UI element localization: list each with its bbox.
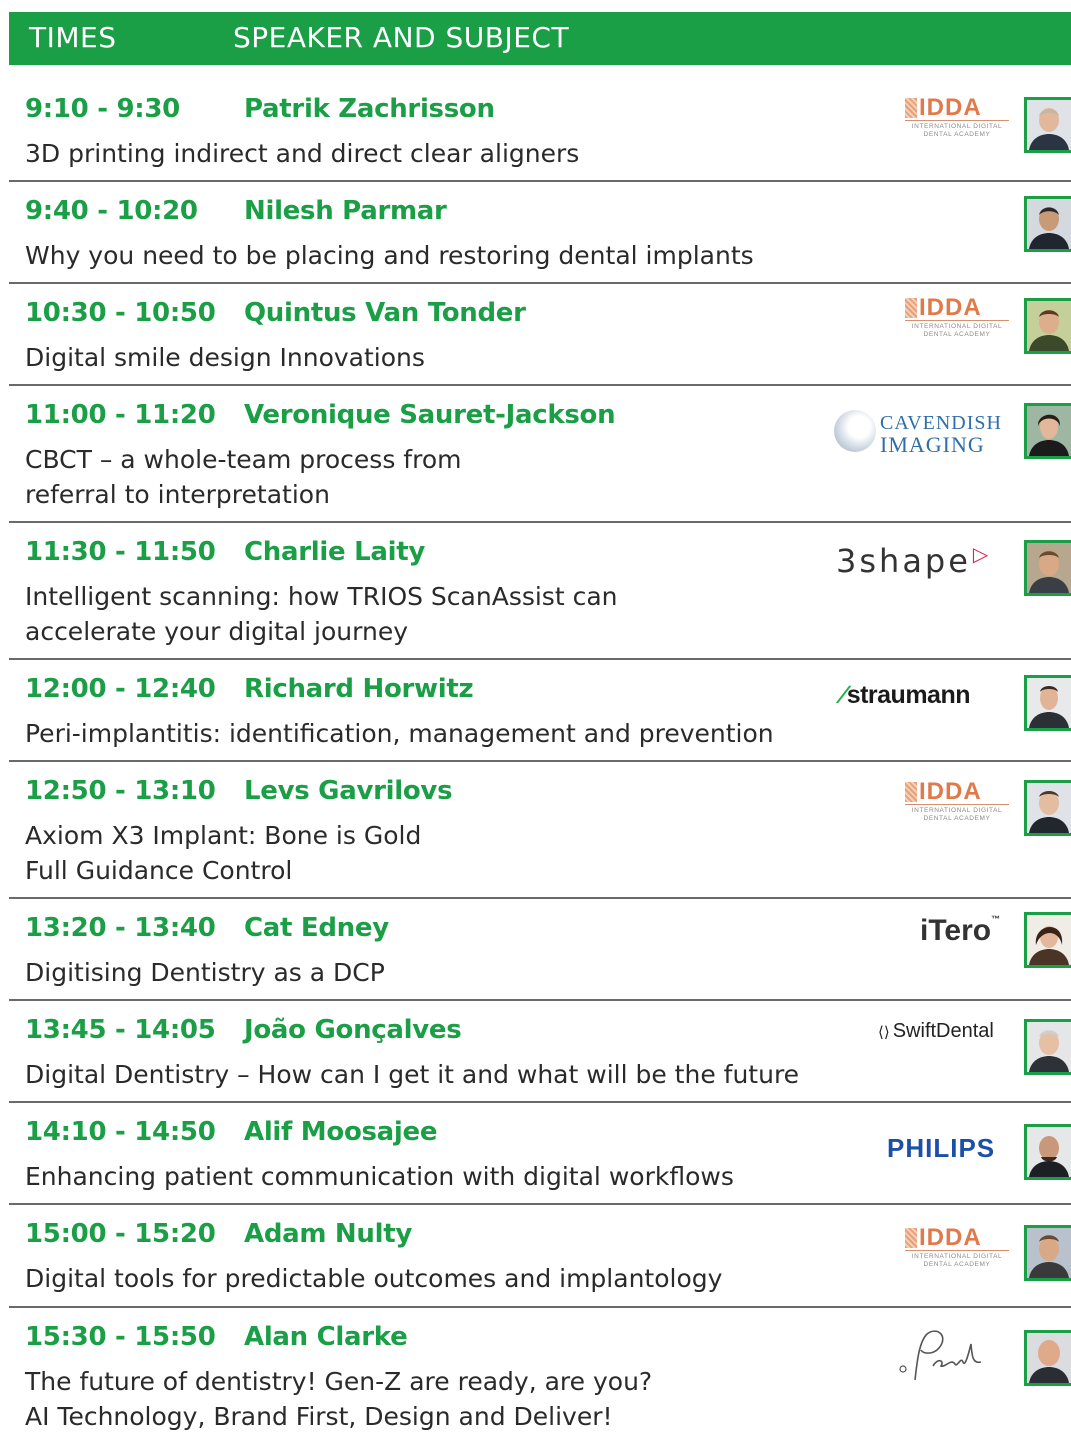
session-speaker: Richard Horwitz xyxy=(244,674,474,704)
speaker-photo xyxy=(1024,1225,1071,1281)
pearl-logo xyxy=(893,1322,983,1388)
philips-logo: PHILIPS xyxy=(887,1133,996,1163)
session-subject: Enhancing patient communication with dig… xyxy=(25,1162,734,1191)
row-divider xyxy=(9,282,1071,284)
speaker-photo xyxy=(1024,540,1071,596)
session-subject: Digital Dentistry – How can I get it and… xyxy=(25,1060,800,1089)
slash-icon: ∕ xyxy=(841,681,845,709)
session-time: 12:00 - 12:40 xyxy=(25,674,216,704)
3shape-logo: 3shape ▷ xyxy=(836,542,992,580)
row-divider xyxy=(9,1306,1071,1308)
times-column-header: TIMES xyxy=(29,21,117,54)
session-subject: Peri-implantitis: identification, manage… xyxy=(25,719,774,748)
speaker-column-header: SPEAKER AND SUBJECT xyxy=(233,21,570,54)
session-subject: Digitising Dentistry as a DCP xyxy=(25,958,385,987)
speaker-photo xyxy=(1024,97,1071,153)
session-subject: Axiom X3 Implant: Bone is Gold Full Guida… xyxy=(25,821,422,885)
session-time: 9:40 - 10:20 xyxy=(25,196,198,226)
session-speaker: Levs Gavrilovs xyxy=(244,776,453,806)
session-subject: Why you need to be placing and restoring… xyxy=(25,241,754,270)
row-divider xyxy=(9,999,1071,1001)
session-speaker: Cat Edney xyxy=(244,913,389,943)
chevrons-icon: ⟨⟩ xyxy=(878,1024,890,1041)
speaker-photo xyxy=(1024,1019,1071,1075)
session-time: 15:30 - 15:50 xyxy=(25,1322,216,1352)
session-subject: Intelligent scanning: how TRIOS ScanAssi… xyxy=(25,582,618,646)
session-speaker: Alif Moosajee xyxy=(244,1117,438,1147)
session-time: 11:30 - 11:50 xyxy=(25,537,216,567)
row-divider xyxy=(9,521,1071,523)
session-speaker: Charlie Laity xyxy=(244,537,425,567)
session-speaker: Quintus Van Tonder xyxy=(244,298,526,328)
speaker-photo xyxy=(1024,403,1071,459)
session-subject: The future of dentistry! Gen-Z are ready… xyxy=(25,1367,653,1431)
cavendish-imaging-logo: CAVENDISH IMAGING xyxy=(834,402,1009,458)
session-speaker: Alan Clarke xyxy=(244,1322,408,1352)
session-speaker: Nilesh Parmar xyxy=(244,196,447,226)
session-speaker: João Gonçalves xyxy=(244,1015,462,1045)
session-time: 13:20 - 13:40 xyxy=(25,913,216,943)
session-time: 15:00 - 15:20 xyxy=(25,1219,216,1249)
session-speaker: Patrik Zachrisson xyxy=(244,94,495,124)
row-divider xyxy=(9,658,1071,660)
speaker-photo xyxy=(1024,1124,1071,1180)
speaker-photo xyxy=(1024,675,1071,731)
idda-logo: IDDA INTERNATIONAL DIGITAL DENTAL ACADEMY xyxy=(905,1224,1010,1274)
swiftdental-logo: ⟨⟩ SwiftDental xyxy=(878,1020,994,1042)
idda-logo: IDDA INTERNATIONAL DIGITAL DENTAL ACADEMY xyxy=(905,94,1010,144)
session-speaker: Adam Nulty xyxy=(244,1219,412,1249)
row-divider xyxy=(9,1101,1071,1103)
idda-logo: IDDA INTERNATIONAL DIGITAL DENTAL ACADEMY xyxy=(905,294,1010,344)
speaker-photo xyxy=(1024,780,1071,836)
row-divider xyxy=(9,1203,1071,1205)
session-time: 10:30 - 10:50 xyxy=(25,298,216,328)
speaker-photo xyxy=(1024,196,1071,252)
speaker-photo xyxy=(1024,912,1071,968)
session-time: 11:00 - 11:20 xyxy=(25,400,216,430)
row-divider xyxy=(9,760,1071,762)
itero-logo: iTero™ xyxy=(920,914,1001,947)
session-speaker: Veronique Sauret-Jackson xyxy=(244,400,616,430)
speaker-photo xyxy=(1024,1330,1071,1386)
session-time: 13:45 - 14:05 xyxy=(25,1015,216,1045)
triangle-icon: ▷ xyxy=(972,542,992,566)
row-divider xyxy=(9,180,1071,182)
row-divider xyxy=(9,384,1071,386)
row-divider xyxy=(9,897,1071,899)
speaker-photo xyxy=(1024,298,1071,354)
straumann-logo: ∕straumann xyxy=(841,681,971,709)
schedule-header: TIMES SPEAKER AND SUBJECT xyxy=(9,12,1071,65)
idda-logo: IDDA INTERNATIONAL DIGITAL DENTAL ACADEMY xyxy=(905,778,1010,828)
session-time: 9:10 - 9:30 xyxy=(25,94,180,124)
session-subject: 3D printing indirect and direct clear al… xyxy=(25,139,580,168)
session-subject: Digital tools for predictable outcomes a… xyxy=(25,1264,723,1293)
session-time: 14:10 - 14:50 xyxy=(25,1117,216,1147)
session-subject: Digital smile design Innovations xyxy=(25,343,425,372)
session-subject: CBCT – a whole-team process from referral… xyxy=(25,445,462,509)
session-time: 12:50 - 13:10 xyxy=(25,776,216,806)
